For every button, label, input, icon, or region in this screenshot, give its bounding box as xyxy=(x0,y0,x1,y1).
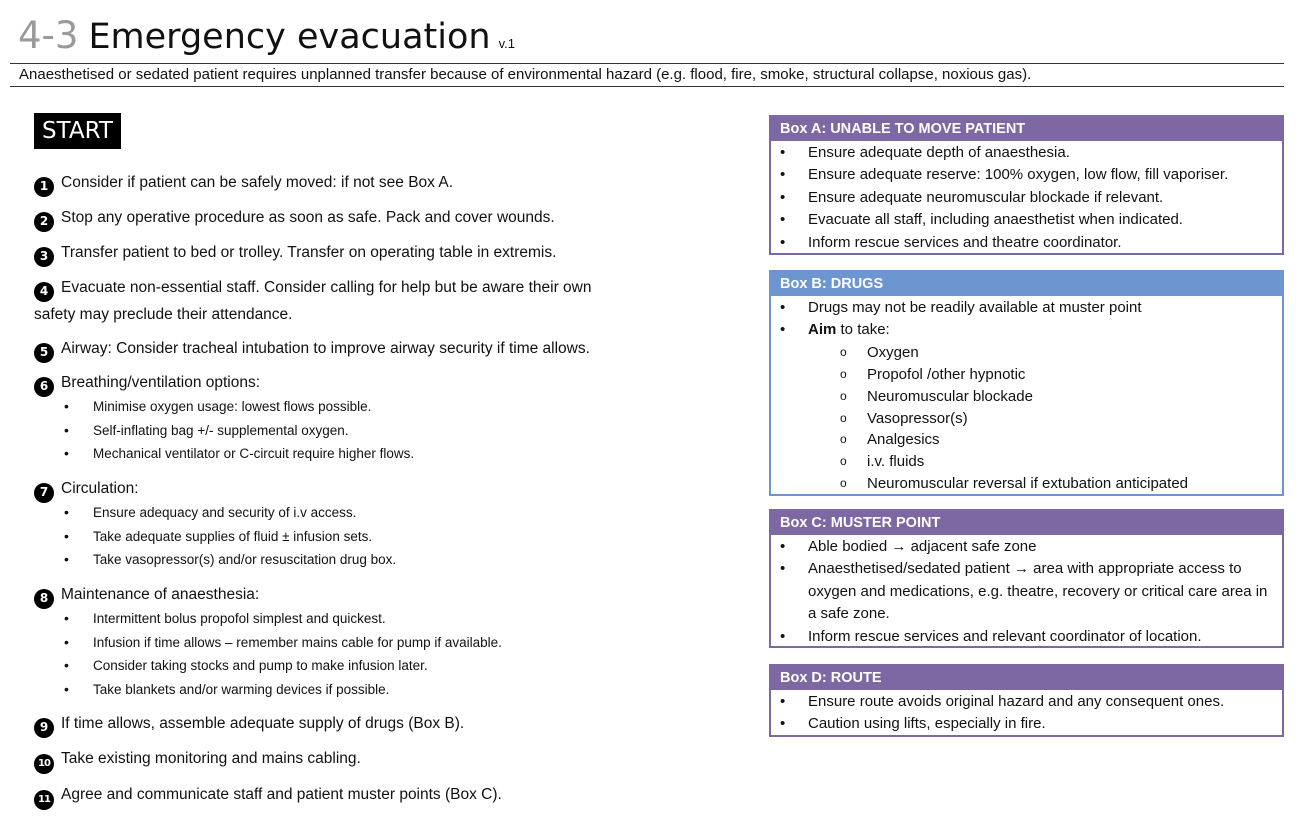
step-number-icon: 2 xyxy=(34,211,54,232)
list-item: Caution using lifts, especially in fire. xyxy=(771,713,1282,736)
list-item: Ensure adequate depth of anaesthesia. xyxy=(771,142,1282,165)
page-subtitle: Anaesthetised or sedated patient require… xyxy=(10,63,1284,87)
step-text: Agree and communicate staff and patient … xyxy=(61,786,502,803)
drug-item: Neuromuscular reversal if extubation ant… xyxy=(771,473,1282,495)
list-item: Take adequate supplies of fluid ± infusi… xyxy=(62,525,396,549)
list-item: Self-inflating bag +/- supplemental oxyg… xyxy=(62,419,414,443)
step-7-options: Ensure adequacy and security of i.v acce… xyxy=(62,501,396,572)
version-label: v.1 xyxy=(498,36,515,51)
step-number-icon: 3 xyxy=(34,246,54,267)
step-number-icon: 10 xyxy=(34,753,54,774)
list-item: Intermittent bolus propofol simplest and… xyxy=(62,607,502,631)
step-number-icon: 5 xyxy=(34,342,54,363)
aim-text: to take: xyxy=(836,321,890,339)
page-title: Emergency evacuation xyxy=(88,17,491,57)
step-8: 8 Maintenance of anaesthesia: xyxy=(34,582,654,609)
step-text: Transfer patient to bed or trolley. Tran… xyxy=(61,244,557,261)
list-item: Ensure route avoids original hazard and … xyxy=(771,691,1282,714)
box-b-title: Box B: DRUGS xyxy=(771,272,1282,296)
list-item: Take blankets and/or warming devices if … xyxy=(62,678,502,702)
step-text: Consider if patient can be safely moved:… xyxy=(61,174,454,191)
list-item: Evacuate all staff, including anaestheti… xyxy=(771,209,1282,232)
step-number-icon: 11 xyxy=(34,789,54,810)
step-number-icon: 8 xyxy=(34,588,54,609)
box-b-list: Drugs may not be readily available at mu… xyxy=(771,296,1282,495)
list-item: Drugs may not be readily available at mu… xyxy=(771,297,1282,320)
step-number-icon: 7 xyxy=(34,482,54,503)
list-item: Mechanical ventilator or C-circuit requi… xyxy=(62,442,414,466)
step-text: Circulation: xyxy=(61,480,139,497)
drug-item: i.v. fluids xyxy=(771,451,1282,473)
box-a: Box A: UNABLE TO MOVE PATIENT Ensure ade… xyxy=(769,115,1284,255)
drug-item: Vasopressor(s) xyxy=(771,408,1282,430)
list-item: Ensure adequate neuromuscular blockade i… xyxy=(771,187,1282,210)
box-b: Box B: DRUGS Drugs may not be readily av… xyxy=(769,270,1284,496)
step-8-options: Intermittent bolus propofol simplest and… xyxy=(62,607,502,701)
list-item: Aim to take: xyxy=(771,319,1282,342)
step-number-icon: 1 xyxy=(34,176,54,197)
box-d-title: Box D: ROUTE xyxy=(771,666,1282,690)
drug-item: Analgesics xyxy=(771,429,1282,451)
step-6: 6 Breathing/ventilation options: xyxy=(34,370,654,397)
step-number-icon: 6 xyxy=(34,376,54,397)
guideline-code: 4-3 xyxy=(18,14,79,57)
step-10: 10 Take existing monitoring and mains cab… xyxy=(34,746,654,774)
step-1: 1 Consider if patient can be safely moved… xyxy=(34,170,654,197)
list-item: Inform rescue services and theatre coord… xyxy=(771,232,1282,255)
step-9: 9 If time allows, assemble adequate suppl… xyxy=(34,711,654,738)
step-text: Maintenance of anaesthesia: xyxy=(61,586,260,603)
step-text: Evacuate non-essential staff. Consider c… xyxy=(34,279,592,323)
step-number-icon: 9 xyxy=(34,717,54,738)
box-c-title: Box C: MUSTER POINT xyxy=(771,511,1282,535)
box-c: Box C: MUSTER POINT Able bodied → adjace… xyxy=(769,509,1284,648)
box-c-list: Able bodied → adjacent safe zone Anaesth… xyxy=(771,535,1282,648)
drug-item: Neuromuscular blockade xyxy=(771,386,1282,408)
step-text: Stop any operative procedure as soon as … xyxy=(61,209,555,226)
step-3: 3 Transfer patient to bed or trolley. Tra… xyxy=(34,240,654,267)
step-11: 11 Agree and communicate staff and patien… xyxy=(34,782,654,810)
step-5: 5 Airway: Consider tracheal intubation to… xyxy=(34,336,654,363)
step-number-icon: 4 xyxy=(34,281,54,302)
list-item: Consider taking stocks and pump to make … xyxy=(62,654,502,678)
box-a-title: Box A: UNABLE TO MOVE PATIENT xyxy=(771,117,1282,141)
step-4: 4 Evacuate non-essential staff. Consider … xyxy=(34,275,634,327)
aim-bold-text: Aim xyxy=(808,321,837,339)
box-d: Box D: ROUTE Ensure route avoids origina… xyxy=(769,664,1284,737)
step-text: Take existing monitoring and mains cabli… xyxy=(61,750,361,767)
list-item: Infusion if time allows – remember mains… xyxy=(62,631,502,655)
list-item: Take vasopressor(s) and/or resuscitation… xyxy=(62,548,396,572)
step-text: Airway: Consider tracheal intubation to … xyxy=(61,340,590,357)
step-6-options: Minimise oxygen usage: lowest flows poss… xyxy=(62,395,414,466)
list-item: Anaesthetised/sedated patient → area wit… xyxy=(771,558,1282,625)
list-item: Minimise oxygen usage: lowest flows poss… xyxy=(62,395,414,419)
list-item: Inform rescue services and relevant coor… xyxy=(771,626,1282,649)
box-d-list: Ensure route avoids original hazard and … xyxy=(771,690,1282,736)
start-label: START xyxy=(34,113,121,149)
box-a-list: Ensure adequate depth of anaesthesia. En… xyxy=(771,141,1282,254)
drug-item: Propofol /other hypnotic xyxy=(771,364,1282,386)
step-text: Breathing/ventilation options: xyxy=(61,374,261,391)
list-item: Ensure adequate reserve: 100% oxygen, lo… xyxy=(771,164,1282,187)
step-2: 2 Stop any operative procedure as soon as… xyxy=(34,205,654,232)
list-item: Able bodied → adjacent safe zone xyxy=(771,536,1282,559)
step-text: If time allows, assemble adequate supply… xyxy=(61,715,465,732)
list-item: Ensure adequacy and security of i.v acce… xyxy=(62,501,396,525)
drug-item: Oxygen xyxy=(771,342,1282,364)
page-header: 4-3 Emergency evacuation v.1 xyxy=(18,14,515,60)
step-7: 7 Circulation: xyxy=(34,476,654,503)
